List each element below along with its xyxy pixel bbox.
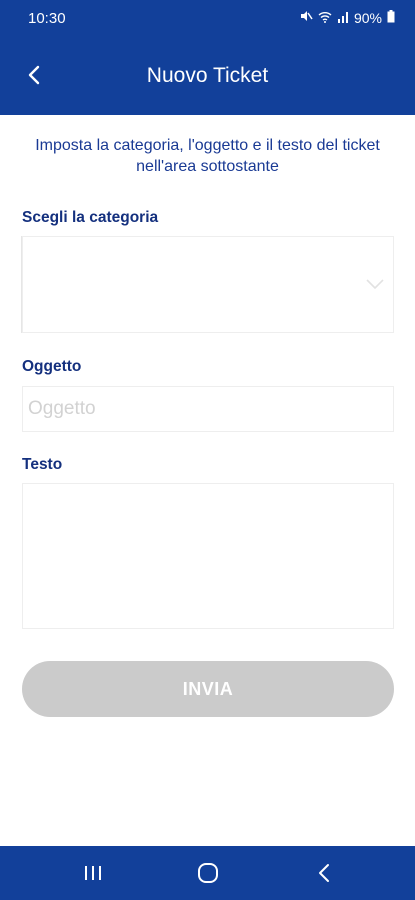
intro-text: Imposta la categoria, l'oggetto e il tes… — [35, 137, 380, 175]
system-nav-bar — [0, 846, 415, 900]
home-icon — [198, 863, 218, 883]
recent-apps-icon — [85, 866, 101, 880]
subject-label: Oggetto — [22, 358, 82, 375]
text-label: Testo — [22, 456, 63, 473]
text-textarea[interactable] — [22, 483, 394, 629]
send-button[interactable]: INVIA — [22, 661, 394, 717]
category-select[interactable] — [22, 236, 394, 333]
battery-icon — [387, 9, 395, 26]
mute-icon — [299, 9, 313, 26]
subject-input[interactable] — [22, 386, 394, 432]
back-nav-icon — [319, 864, 329, 882]
chevron-down-icon — [366, 279, 384, 290]
signal-icon — [337, 10, 349, 26]
app-bar: Nuovo Ticket — [0, 36, 415, 115]
status-bar: 10:30 90% — [0, 0, 415, 36]
status-time: 10:30 — [28, 10, 66, 27]
home-button[interactable] — [195, 861, 221, 885]
category-label: Scegli la categoria — [22, 209, 159, 226]
page-title: Nuovo Ticket — [146, 64, 269, 87]
recent-apps-button[interactable] — [80, 861, 106, 885]
wifi-icon — [318, 10, 332, 26]
back-nav-button[interactable] — [312, 861, 338, 885]
battery-percent: 90% — [353, 9, 382, 26]
status-icons: 90% — [299, 9, 395, 26]
